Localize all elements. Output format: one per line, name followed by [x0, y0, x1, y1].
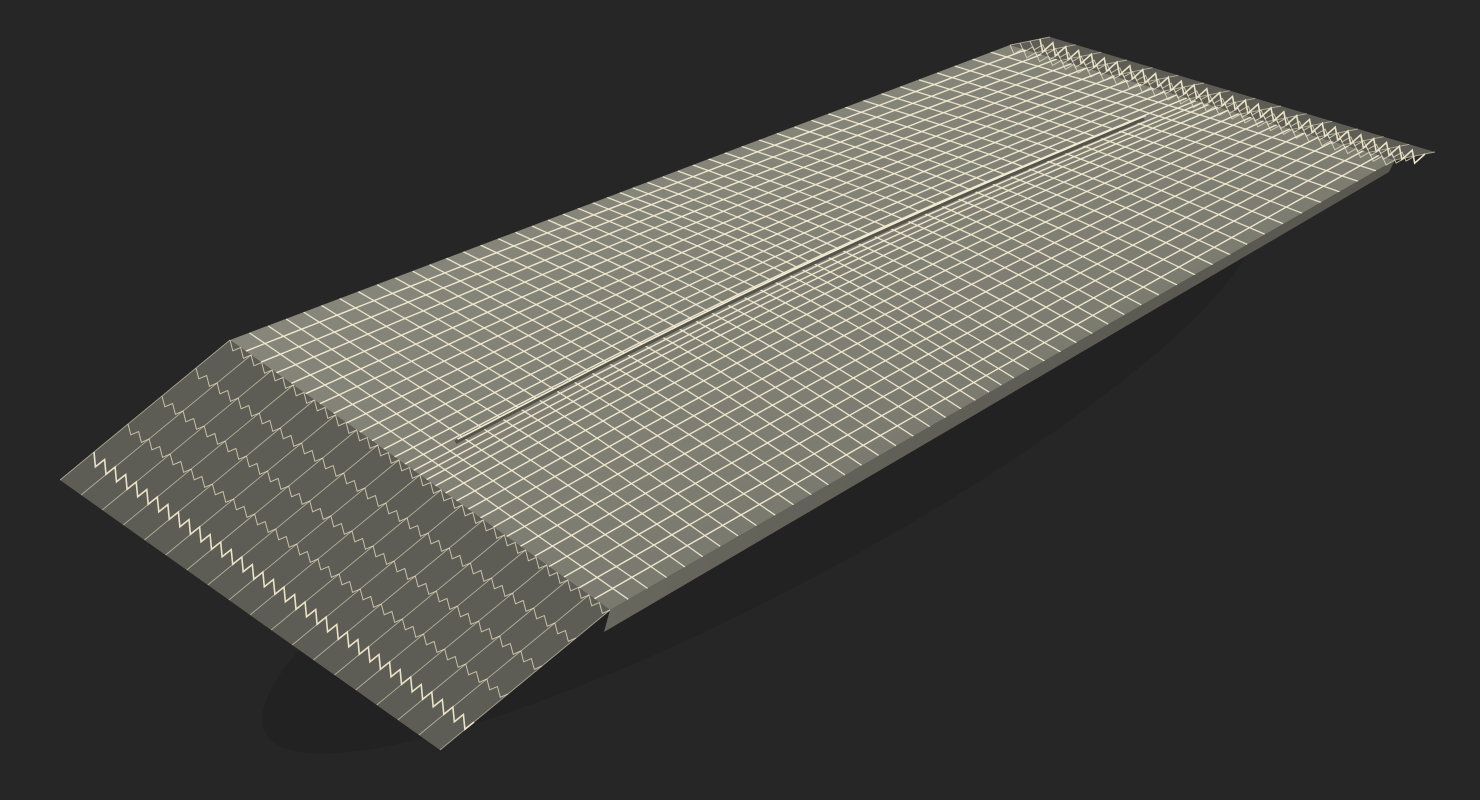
mesh-render — [0, 0, 1480, 800]
render-viewport — [0, 0, 1480, 800]
